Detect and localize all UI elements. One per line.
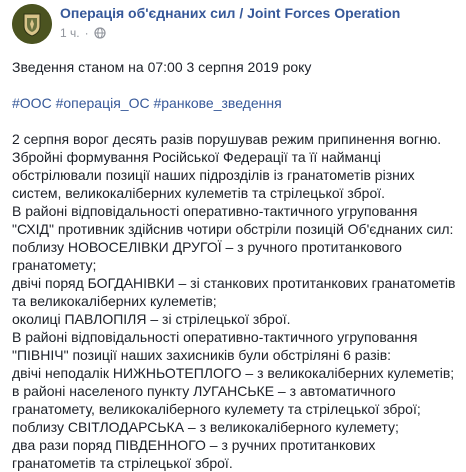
post-text-line: "СХІД" противник здійснив чотири обстріл… (12, 221, 454, 237)
post-text-line: обстрілювали позиції наших підрозділів і… (12, 167, 415, 183)
post-text-line: поблизу НОВОСЕЛІВКИ ДРУГОЇ – з ручного п… (12, 239, 402, 255)
post-hashtags: #ООС #операція_ОС #ранкове_зведення (12, 94, 460, 112)
headline-text: Зведення станом на 07:00 3 серпня 2019 р… (12, 59, 312, 75)
post-headline: Зведення станом на 07:00 3 серпня 2019 р… (12, 58, 460, 76)
meta-separator: · (84, 26, 89, 40)
post-meta: 1 ч. · (60, 26, 106, 40)
hashtag-link[interactable]: #ООС (12, 95, 52, 111)
post-text-line: в районі населеного пункту ЛУГАНСЬКЕ – з… (12, 383, 396, 399)
post-text-line: "ПІВНІЧ" позиції наших захисників були о… (12, 347, 392, 363)
post-text-line: та великокаліберних кулеметів; (12, 293, 217, 309)
post-text-line: двічі поряд БОГДАНІВКИ – зі станкових пр… (12, 275, 456, 291)
post-text-line: Збройні формування Російської Федерації … (12, 149, 381, 165)
post-text-line: поблизу СВІТЛОДАРСЬКА – з великокаліберн… (12, 419, 399, 435)
post-text-line: гранатомету, великокаліберного кулемету … (12, 401, 421, 417)
post-text-line: В районі відповідальності оперативно-так… (12, 329, 418, 345)
hashtag-link[interactable]: #операція_ОС (56, 95, 150, 111)
hashtag-link[interactable]: #ранкове_зведення (153, 95, 281, 111)
post-timestamp[interactable]: 1 ч. (60, 26, 80, 40)
post-text-line: гранатомету; (12, 257, 97, 273)
post-main-text: 2 серпня ворог десять разів порушував ре… (12, 130, 460, 472)
post-text-line: гранатометів та стрілецької зброї. (12, 455, 233, 471)
post-body: Зведення станом на 07:00 3 серпня 2019 р… (12, 58, 460, 472)
post-text-line: систем, великокаліберних кулеметів та ст… (12, 185, 386, 201)
post-text-line: В районі відповідальності оперативно-так… (12, 203, 418, 219)
post-header: Операція об'єднаних сил / Joint Forces O… (12, 4, 458, 44)
globe-icon (93, 27, 106, 39)
post-text-line: околиці ПАВЛОПІЛЯ – зі стрілецької зброї… (12, 311, 291, 327)
post-text-line: двічі неподалік НИЖНЬОТЕПЛОГО – з велико… (12, 365, 455, 381)
post-text-line: два рази поряд ПІВДЕННОГО – з ручних про… (12, 437, 376, 453)
page-name-link[interactable]: Операція об'єднаних сил / Joint Forces O… (60, 5, 400, 21)
post-text-line: 2 серпня ворог десять разів порушував ре… (12, 131, 442, 147)
page-avatar[interactable] (12, 4, 52, 44)
jfo-emblem-icon (12, 4, 52, 44)
